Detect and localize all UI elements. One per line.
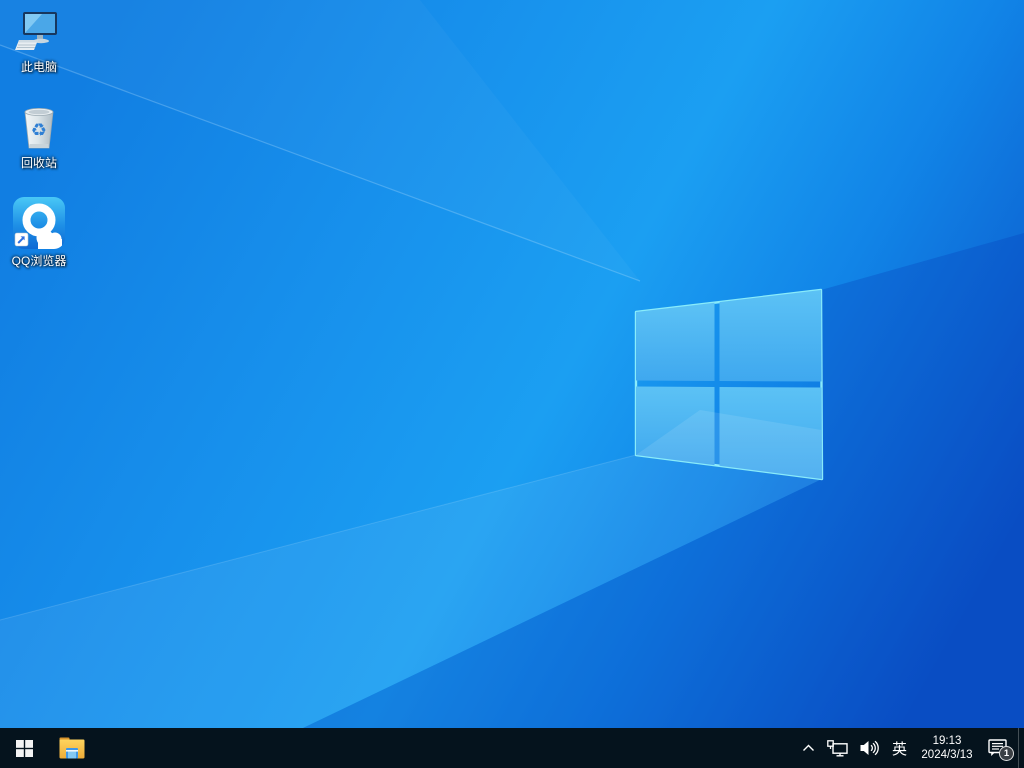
ethernet-network-icon (827, 740, 848, 757)
desktop-icon-label: 此电脑 (21, 60, 57, 74)
qq-browser-icon (12, 196, 66, 252)
desktop-icon-qq-browser[interactable]: QQ浏览器 (0, 196, 78, 268)
taskbar-clock[interactable]: 19:13 2024/3/13 (914, 728, 980, 768)
volume-button[interactable] (854, 728, 885, 768)
chevron-up-icon (802, 744, 815, 752)
clock-time: 19:13 (933, 734, 962, 748)
desktop-icon-this-pc[interactable]: 此电脑 (0, 8, 78, 74)
file-explorer-icon (59, 737, 85, 759)
desktop-icon-label: QQ浏览器 (12, 254, 67, 268)
speaker-volume-icon (860, 740, 879, 756)
wallpaper-image (0, 0, 1024, 728)
taskbar: 英 19:13 2024/3/13 1 (0, 728, 1024, 768)
start-button[interactable] (0, 728, 48, 768)
notification-badge: 1 (999, 746, 1014, 761)
desktop-background[interactable]: 此电脑 ♻ 回收站 (0, 0, 1024, 728)
ime-language-indicator[interactable]: 英 (885, 728, 914, 768)
action-center-button[interactable]: 1 (980, 728, 1018, 768)
recycle-bin-icon: ♻ (14, 102, 64, 154)
shortcut-arrow-badge (15, 233, 28, 246)
show-desktop-button[interactable] (1018, 728, 1024, 768)
file-explorer-button[interactable] (48, 728, 96, 768)
hidden-icons-button[interactable] (796, 728, 821, 768)
taskbar-empty-area (96, 728, 796, 768)
windows-start-icon (16, 740, 33, 757)
desktop-icon-recycle-bin[interactable]: ♻ 回收站 (0, 102, 78, 170)
svg-text:♻: ♻ (31, 120, 47, 141)
network-button[interactable] (821, 728, 854, 768)
this-pc-icon (14, 8, 64, 58)
clock-date: 2024/3/13 (921, 748, 972, 762)
desktop-icon-label: 回收站 (21, 156, 57, 170)
system-tray: 英 19:13 2024/3/13 1 (796, 728, 1024, 768)
